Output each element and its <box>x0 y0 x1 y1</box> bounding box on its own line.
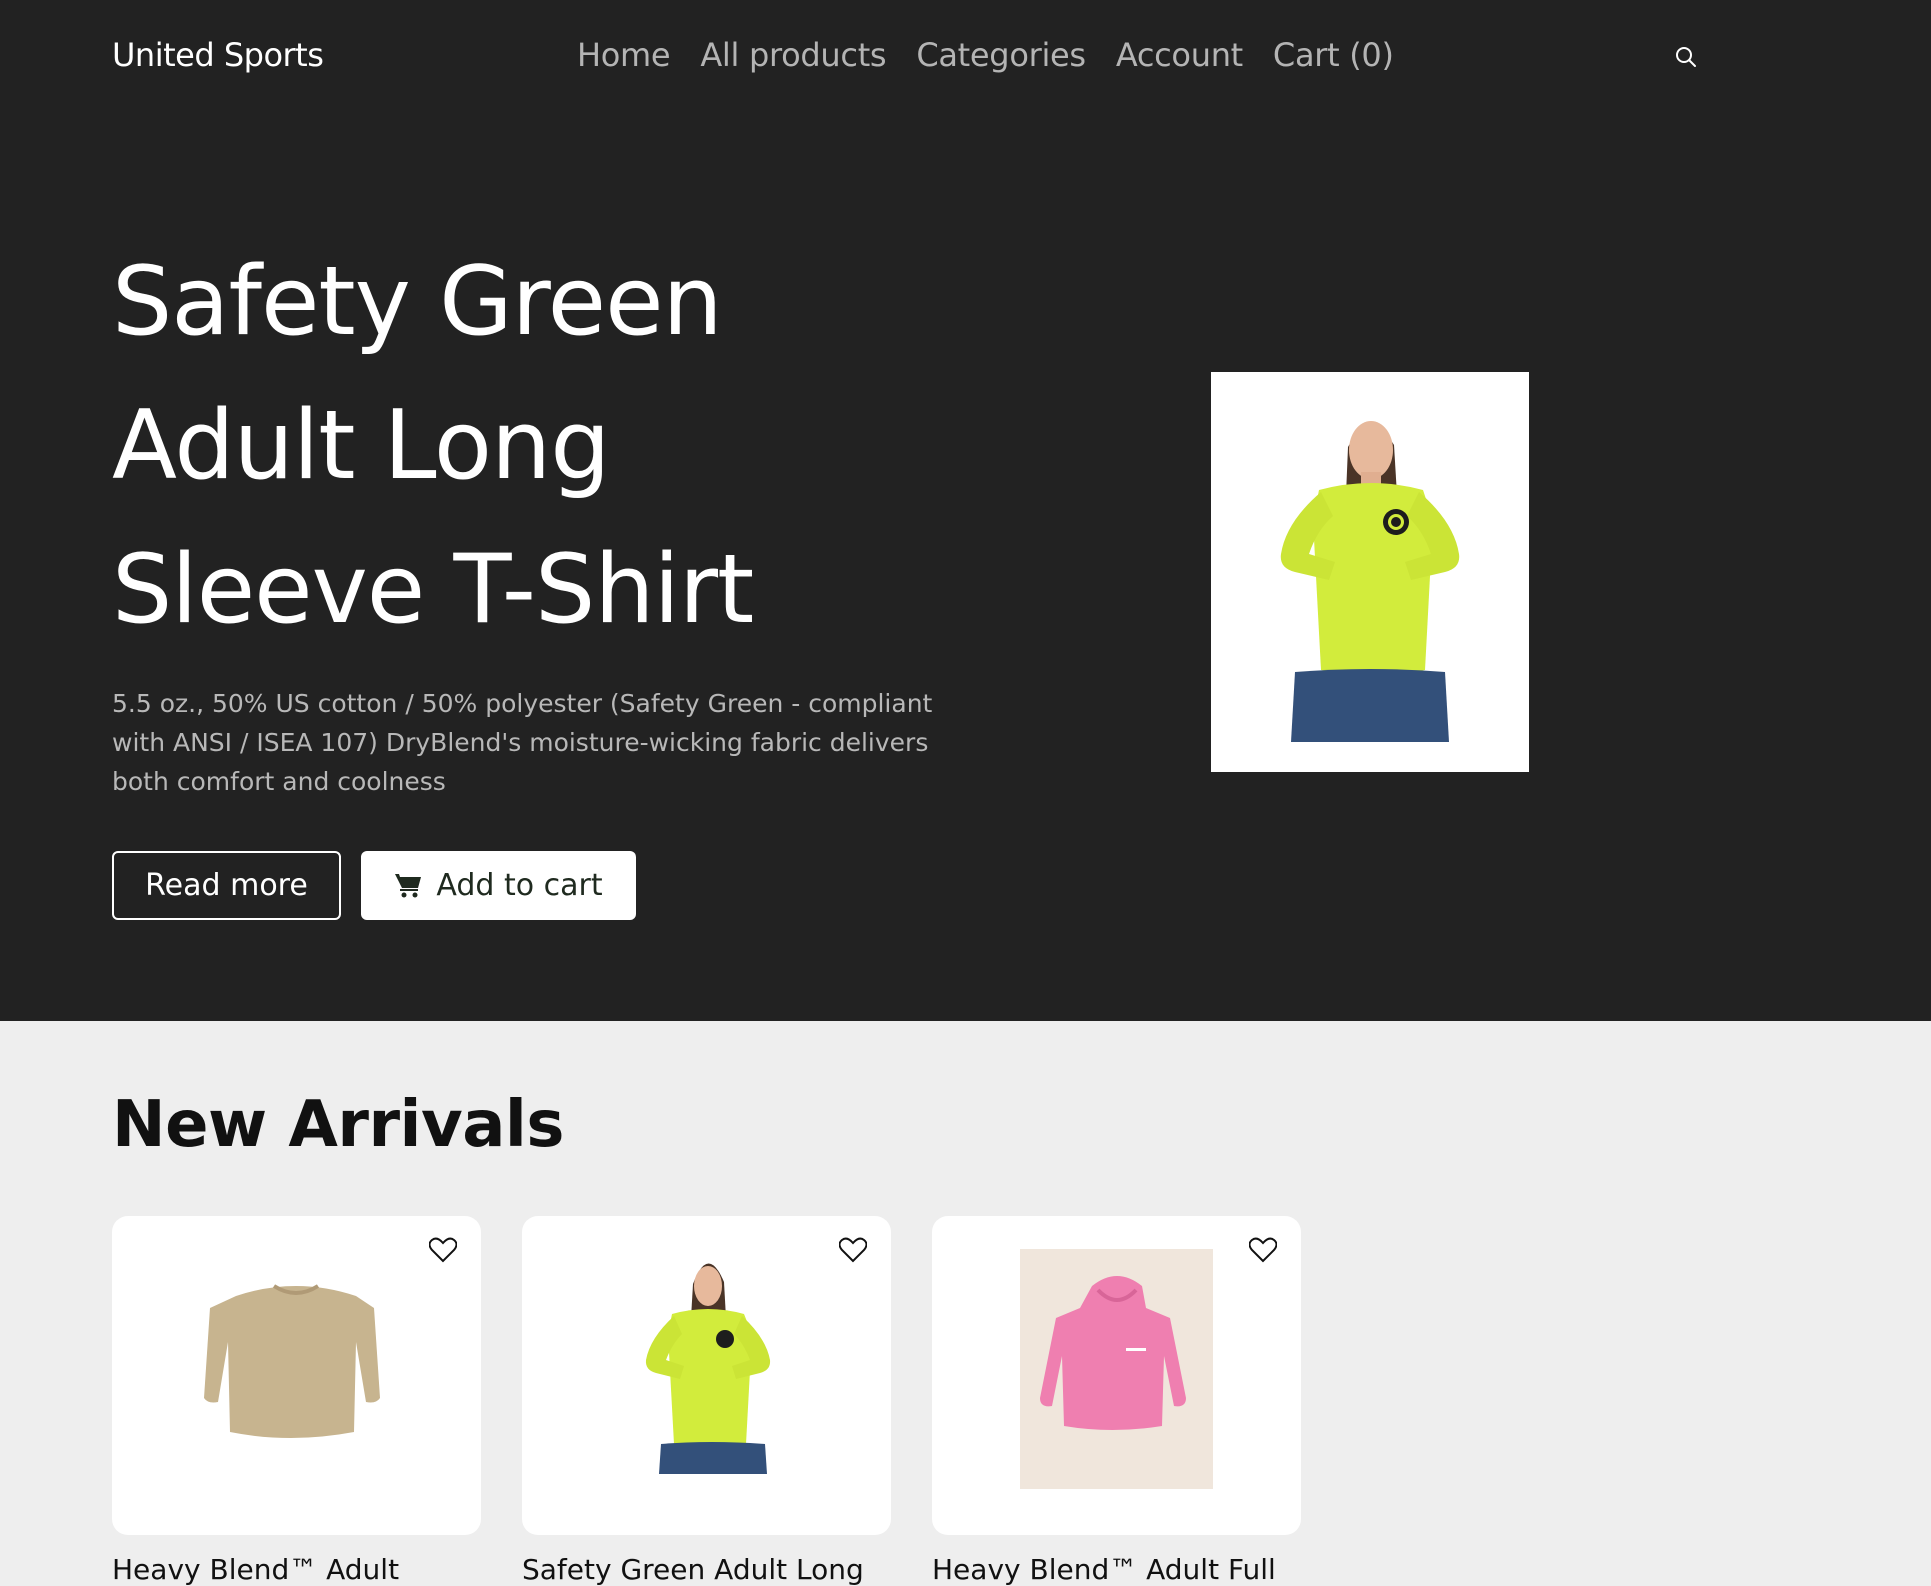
hero-title-line: Sleeve T-Shirt <box>112 535 754 645</box>
hero-title: Safety Green Adult Long Sleeve T-Shirt <box>112 230 1012 662</box>
nav-account[interactable]: Account <box>1116 36 1243 74</box>
hero-title-line: Safety Green <box>112 247 723 357</box>
nav-cart[interactable]: Cart (0) <box>1273 36 1394 74</box>
heart-icon <box>429 1237 457 1263</box>
product-image[interactable] <box>522 1216 891 1535</box>
new-arrivals-title: New Arrivals <box>112 1088 564 1162</box>
hero-section: United Sports Home All products Categori… <box>0 0 1931 1021</box>
product-card[interactable]: Heavy Blend™ Adult <box>112 1216 481 1586</box>
read-more-button[interactable]: Read more <box>112 851 341 920</box>
product-title[interactable]: Heavy Blend™ Adult Full <box>932 1553 1301 1586</box>
product-photo <box>204 1284 380 1438</box>
main-nav: Home All products Categories Account Car… <box>577 36 1394 74</box>
search-icon <box>1676 47 1696 67</box>
heart-icon <box>1249 1237 1277 1263</box>
favorite-button[interactable] <box>1247 1234 1279 1266</box>
add-to-cart-button[interactable]: Add to cart <box>361 851 636 920</box>
hero-title-line: Adult Long <box>112 391 611 501</box>
brand-logo[interactable]: United Sports <box>112 36 324 74</box>
product-image[interactable] <box>932 1216 1301 1535</box>
add-to-cart-label: Add to cart <box>436 868 603 903</box>
heart-icon <box>839 1237 867 1263</box>
product-photo <box>1020 1249 1213 1489</box>
product-grid: Heavy Blend™ Adult Safety Green Adult Lo… <box>112 1216 1301 1586</box>
product-card[interactable]: Heavy Blend™ Adult Full <box>932 1216 1301 1586</box>
hero-description: 5.5 oz., 50% US cotton / 50% polyester (… <box>112 689 933 796</box>
product-card[interactable]: Safety Green Adult Long <box>522 1216 891 1586</box>
product-title[interactable]: Safety Green Adult Long <box>522 1553 891 1586</box>
favorite-button[interactable] <box>427 1234 459 1266</box>
favorite-button[interactable] <box>837 1234 869 1266</box>
nav-all-products[interactable]: All products <box>700 36 886 74</box>
nav-home[interactable]: Home <box>577 36 671 74</box>
cart-icon <box>395 873 422 897</box>
search-button[interactable] <box>1671 42 1701 72</box>
product-photo <box>1211 372 1529 772</box>
hero-actions: Read more Add to cart <box>112 851 636 920</box>
hero-product-image[interactable] <box>1211 372 1529 772</box>
product-title[interactable]: Heavy Blend™ Adult <box>112 1553 481 1586</box>
product-image[interactable] <box>112 1216 481 1535</box>
nav-categories[interactable]: Categories <box>916 36 1086 74</box>
product-photo <box>645 1263 771 1474</box>
